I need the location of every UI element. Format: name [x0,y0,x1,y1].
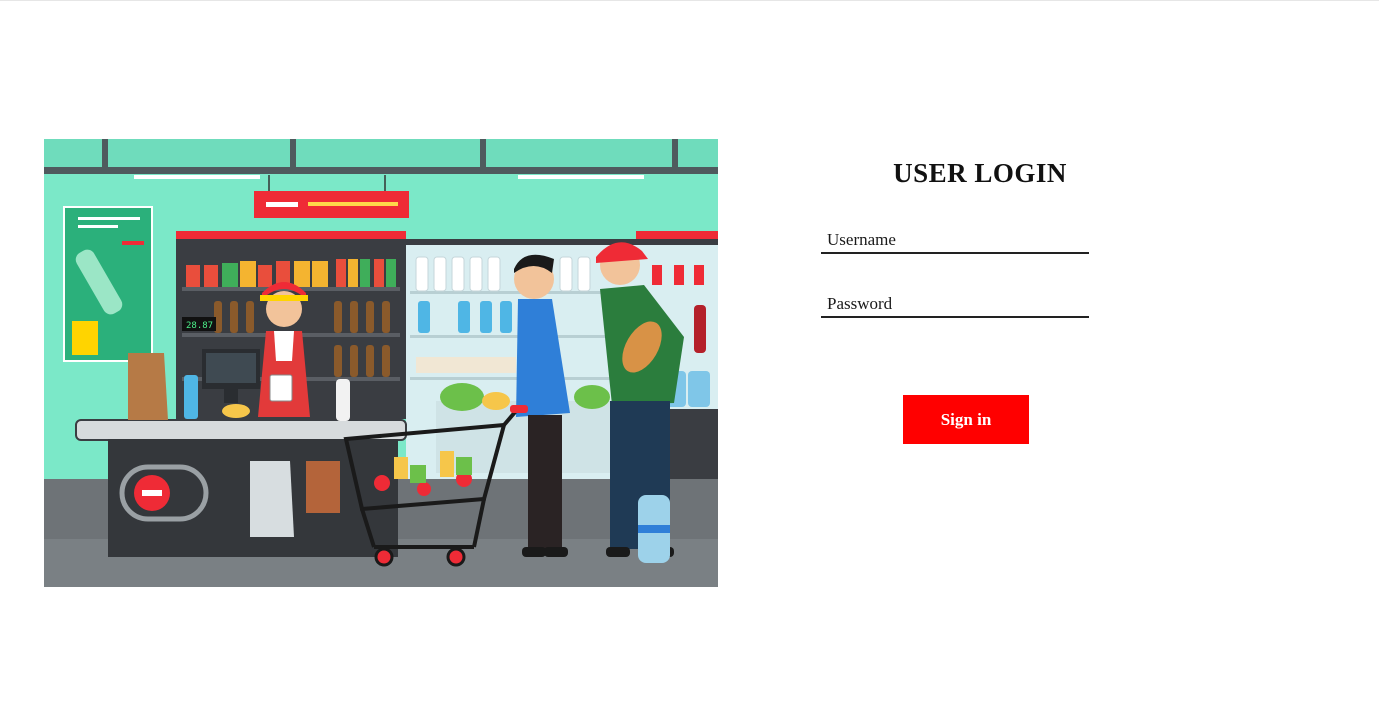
top-divider [0,0,1379,1]
price-display: 28.87 [186,321,213,331]
password-input[interactable] [821,292,1089,316]
sign-in-button[interactable]: Sign in [903,395,1029,444]
login-title: USER LOGIN [893,158,1067,188]
username-field [821,228,1089,254]
password-field [821,292,1089,318]
username-input[interactable] [821,228,1089,252]
supermarket-illustration: 28.87 [44,139,718,587]
